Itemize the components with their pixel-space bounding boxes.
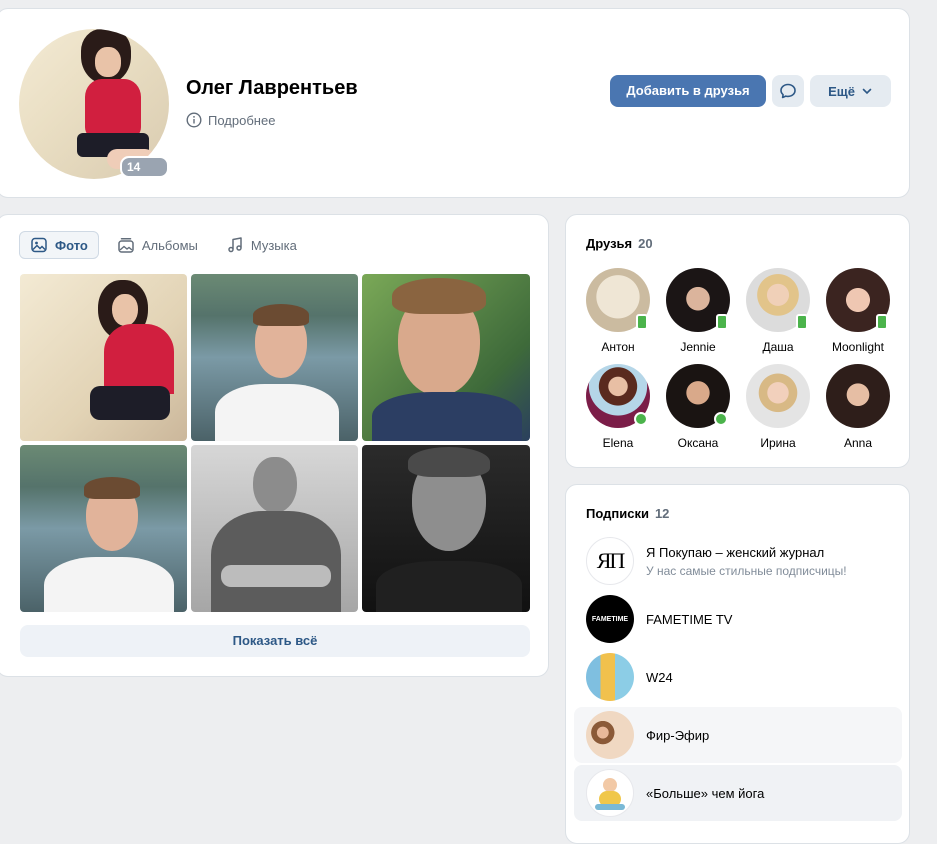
profile-name: Олег Лаврентьев — [186, 77, 358, 99]
friend-item[interactable]: Ирина — [738, 364, 818, 450]
media-tabs: Фото Альбомы Музыка — [19, 231, 307, 259]
photo-grid — [20, 274, 530, 612]
message-icon — [780, 83, 796, 99]
subscription-item[interactable]: FAMETIME FAMETIME TV — [574, 591, 902, 647]
subscription-name: W24 — [646, 669, 673, 685]
photo-thumbnail[interactable] — [191, 445, 358, 612]
subscriptions-header[interactable]: Подписки 12 — [586, 506, 669, 521]
friend-name: Оксана — [677, 436, 719, 450]
photo-thumbnail[interactable] — [362, 274, 530, 441]
subscription-item[interactable]: W24 — [574, 649, 902, 705]
tab-label: Альбомы — [141, 237, 198, 253]
friend-item[interactable]: Даша — [738, 268, 818, 354]
subscription-name: Фир-Эфир — [646, 727, 710, 743]
photo-thumbnail[interactable] — [362, 445, 530, 612]
mobile-online-icon — [796, 314, 808, 330]
group-logo: FAMETIME — [586, 595, 634, 643]
friend-item[interactable]: Anna — [818, 364, 898, 450]
info-icon — [186, 112, 202, 128]
friends-block: Друзья 20 Антон Jennie Даша Moonlight Ele… — [565, 214, 910, 468]
last-seen-badge: 14 мин — [120, 156, 169, 192]
details-link[interactable]: Подробнее — [186, 112, 275, 128]
profile-avatar-wrap[interactable]: 14 мин — [19, 29, 169, 192]
chevron-down-icon — [862, 88, 872, 95]
subscription-description: У нас самые стильные подписчицы! — [646, 563, 847, 578]
online-dot-icon — [634, 412, 648, 426]
friend-name: Антон — [601, 340, 635, 354]
details-label: Подробнее — [208, 112, 276, 128]
friend-item[interactable]: Elena — [578, 364, 658, 450]
avatar — [586, 364, 650, 428]
message-button[interactable] — [772, 75, 804, 107]
avatar — [586, 268, 650, 332]
avatar — [826, 268, 890, 332]
albums-icon — [118, 238, 134, 253]
subscription-name: «Больше» чем йога — [646, 785, 765, 801]
friend-item[interactable]: Антон — [578, 268, 658, 354]
tab-albums[interactable]: Альбомы — [107, 231, 208, 259]
avatar — [826, 364, 890, 428]
subscriptions-title: Подписки — [586, 506, 649, 521]
friend-item[interactable]: Jennie — [658, 268, 738, 354]
subscription-item[interactable]: «Больше» чем йога — [574, 765, 902, 821]
friend-name: Moonlight — [831, 340, 885, 354]
logo-text: FAMETIME — [591, 615, 629, 623]
mobile-online-icon — [636, 314, 648, 330]
tab-label: Фото — [55, 237, 88, 253]
avatar — [666, 268, 730, 332]
friend-name: Даша — [762, 340, 794, 354]
online-dot-icon — [714, 412, 728, 426]
photo-thumbnail[interactable] — [20, 445, 187, 612]
subscription-item[interactable]: ЯП Я Покупаю – женский журнал У нас самы… — [574, 533, 902, 589]
friend-item[interactable]: Moonlight — [818, 268, 898, 354]
group-logo — [586, 769, 634, 817]
friends-count: 20 — [638, 236, 653, 251]
tab-label: Музыка — [250, 237, 297, 253]
avatar — [746, 268, 810, 332]
photo-thumbnail[interactable] — [191, 274, 358, 441]
subscription-name: Я Покупаю – женский журнал — [646, 544, 825, 560]
friends-header[interactable]: Друзья 20 — [586, 236, 653, 251]
logo-text: ЯП — [596, 548, 626, 573]
friends-title: Друзья — [586, 236, 633, 251]
profile-header: 14 мин Олег Лаврентьев Подробнее Добавит… — [0, 8, 910, 198]
group-logo — [586, 711, 634, 759]
photo-icon — [31, 237, 47, 253]
subscription-item[interactable]: Фир-Эфир — [574, 707, 902, 763]
subscription-name: FAMETIME TV — [646, 611, 733, 627]
mobile-online-icon — [876, 314, 888, 330]
subscriptions-count: 12 — [654, 506, 670, 521]
media-block: Фото Альбомы Музыка Показать всё — [0, 214, 549, 677]
avatar — [666, 364, 730, 428]
group-logo: ЯП — [586, 537, 634, 585]
music-note-icon — [228, 237, 242, 253]
friend-name: Ирина — [760, 436, 796, 450]
subscriptions-block: Подписки 12 ЯП Я Покупаю – женский журнал… — [565, 484, 910, 844]
tab-music[interactable]: Музыка — [216, 231, 307, 259]
tab-photos[interactable]: Фото — [19, 231, 99, 259]
more-label: Ещё — [828, 83, 855, 99]
friend-name: Jennie — [680, 340, 716, 354]
add-friend-button[interactable]: Добавить в друзья — [610, 75, 766, 107]
more-button[interactable]: Ещё — [810, 75, 891, 107]
avatar — [746, 364, 810, 428]
show-all-button[interactable]: Показать всё — [20, 625, 530, 657]
photo-thumbnail[interactable] — [20, 274, 187, 441]
friend-name: Anna — [843, 436, 873, 450]
group-logo — [586, 653, 634, 701]
mobile-online-icon — [716, 314, 728, 330]
friend-name: Elena — [602, 436, 634, 450]
friend-item[interactable]: Оксана — [658, 364, 738, 450]
